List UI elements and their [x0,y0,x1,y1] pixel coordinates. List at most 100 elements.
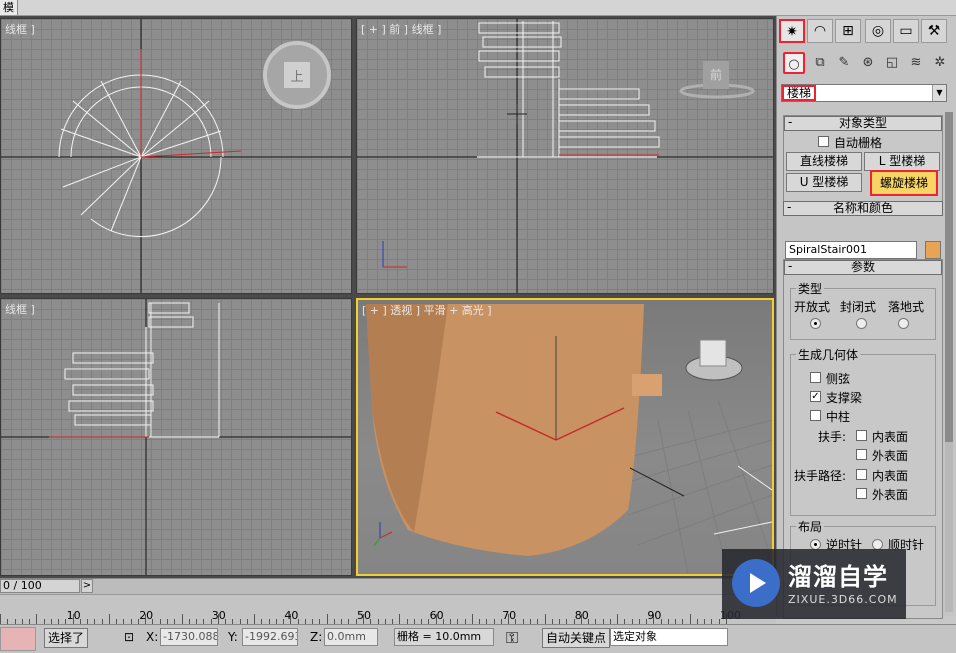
handrail-path-label: 扶手路径: [794,469,847,483]
parameters-header[interactable]: - 参数 [784,260,942,275]
viewport-top-label[interactable]: 线框 ] [5,21,35,37]
track-bar[interactable]: 102030405060708090100 [0,594,776,624]
viewport-top[interactable]: 上 线框 ] [0,18,352,294]
viewport-area: 上 线框 ] 前 [+] 前] 线框] 线框] [+] 透视] … [0,16,776,578]
track-tick [399,614,401,624]
viewport-left[interactable]: 线框 ] [0,298,352,576]
key-icon[interactable]: ⚿ [506,628,518,648]
x-coordinate-field[interactable]: -1730.088r [160,628,218,646]
handrail-inside-label: 内表面 [872,430,909,444]
grid-size-display: 栅格 = 10.0mm [394,628,494,646]
shapes-icon[interactable]: ⧉ [809,52,831,74]
front-view-drawing: 前 [357,19,773,293]
y-coordinate-field[interactable]: -1992.693r [242,628,298,646]
systems-icon[interactable]: ✲ [929,52,951,74]
maxscript-listener[interactable] [0,627,36,651]
status-bar: 选择了 ⊡ X: -1730.088r Y: -1992.693r Z: 0.0… [0,624,956,653]
perspective-drawing [366,304,772,574]
next-frame-button[interactable]: > [81,579,93,593]
type-closed-label: 封闭式 [840,300,877,314]
viewport-front[interactable]: 前 [ + ] 前 ] 线框 ] [356,18,774,294]
create-tab-icon[interactable]: ✷ [779,19,805,43]
y-label: Y: [228,630,238,644]
collapse-icon: - [788,115,793,129]
watermark-logo-icon [732,559,780,607]
watermark: 溜溜自学 ZIXUE.3D66.COM [722,549,906,619]
chevron-down-icon[interactable]: ▼ [932,85,946,101]
type-box-radio[interactable] [898,318,909,329]
track-tick [326,614,328,624]
carriage-checkbox[interactable]: ✓ [810,391,821,402]
track-tick [617,614,619,624]
center-pole-label: 中柱 [826,410,851,424]
track-tick [471,614,473,624]
type-open-radio[interactable] [810,318,821,329]
handrail-inside-checkbox[interactable] [856,430,867,441]
track-number: 80 [574,609,589,622]
object-category-dropdown[interactable]: 楼梯 ▼ [781,84,947,102]
track-tick [254,614,256,624]
selection-count: 选择了 [44,628,89,648]
u-type-stair-button[interactable]: U 型楼梯 [786,173,862,192]
object-type-rollout: - 对象类型 自动栅格 直线楼梯 L 型楼梯 U 型楼梯 螺旋楼梯 [783,115,943,203]
utilities-tab-icon[interactable]: ⚒ [921,19,947,43]
z-coordinate-field[interactable]: 0.0mm [324,628,378,646]
hierarchy-tab-icon[interactable]: ⊞ [835,19,861,43]
path-inside-checkbox[interactable] [856,469,867,480]
collapse-icon: - [788,259,793,273]
type-open-label: 开放式 [794,300,831,314]
track-tick [689,614,691,624]
app-window: 模 上 线框] 前 [+] 前] 线框] 线框] [+] 透视 … [0,0,956,653]
frame-counter[interactable]: 0 / 100 [0,579,80,593]
viewport-perspective[interactable]: [ + ] 透视 ] 平滑 + 高光 ] [356,298,774,576]
center-pole-checkbox[interactable] [810,410,821,421]
handrail-outside-checkbox[interactable] [856,449,867,460]
spacewarps-icon[interactable]: ≋ [905,52,927,74]
motion-tab-icon[interactable]: ◎ [865,19,891,43]
lights-icon[interactable]: ✎ [833,52,855,74]
side-stringers-checkbox[interactable] [810,372,821,383]
type-group-title: 类型 [796,280,825,297]
top-nav-cube-label[interactable]: 上 [290,70,303,85]
watermark-url: ZIXUE.3D66.COM [788,593,898,606]
track-number: 60 [429,609,444,622]
cameras-icon[interactable]: ⊛ [857,52,879,74]
absolute-mode-icon[interactable]: ⊡ [124,630,134,644]
path-outside-checkbox[interactable] [856,488,867,499]
viewport-left-label[interactable]: 线框 ] [5,301,35,317]
object-name-input[interactable]: SpiralStair001 [785,241,917,259]
watermark-title: 溜溜自学 [788,563,888,591]
straight-stair-button[interactable]: 直线楼梯 [786,152,862,171]
name-color-header[interactable]: - 名称和颜色 [783,201,943,216]
modify-tab-icon[interactable]: ◠ [807,19,833,43]
helpers-icon[interactable]: ◱ [881,52,903,74]
menu-tab[interactable]: 模 [0,0,18,15]
object-type-header[interactable]: - 对象类型 [784,116,942,131]
autogrid-checkbox[interactable] [818,136,829,147]
object-category-value: 楼梯 [782,85,817,101]
carriage-label: 支撑梁 [826,391,863,405]
track-number: 30 [211,609,226,622]
path-inside-label: 内表面 [872,469,909,483]
viewport-perspective-label[interactable]: [ + ] 透视 ] 平滑 + 高光 ] [362,302,492,318]
track-tick [0,614,1,624]
panel-scrollbar[interactable] [945,112,953,612]
l-type-stair-button[interactable]: L 型楼梯 [864,152,940,171]
track-tick [544,614,546,624]
command-panel: ✷ ◠ ⊞ ◎ ▭ ⚒ ○ ⧉ ✎ ⊛ ◱ ≋ ✲ 楼梯 ▼ - 对象类型 自动栅… [776,16,956,619]
auto-key-button[interactable]: 自动关键点 [542,628,611,648]
time-slider[interactable]: 0 / 100 > [0,578,776,594]
object-color-swatch[interactable] [925,241,941,259]
top-view-drawing: 上 [1,19,351,293]
panel-scroll-thumb[interactable] [945,112,953,442]
autogrid-label: 自动栅格 [834,136,883,150]
display-tab-icon[interactable]: ▭ [893,19,919,43]
spiral-stair-button[interactable]: 螺旋楼梯 [870,170,938,196]
type-closed-radio[interactable] [856,318,867,329]
geometry-icon[interactable]: ○ [783,52,805,74]
layout-group-title: 布局 [796,518,825,535]
selection-set-dropdown[interactable]: 选定对象 [610,628,728,646]
handrail-label: 扶手: [818,430,847,444]
viewport-front-label[interactable]: [ + ] 前 ] 线框 ] [361,21,441,37]
front-nav-cube-label[interactable]: 前 [710,67,722,82]
